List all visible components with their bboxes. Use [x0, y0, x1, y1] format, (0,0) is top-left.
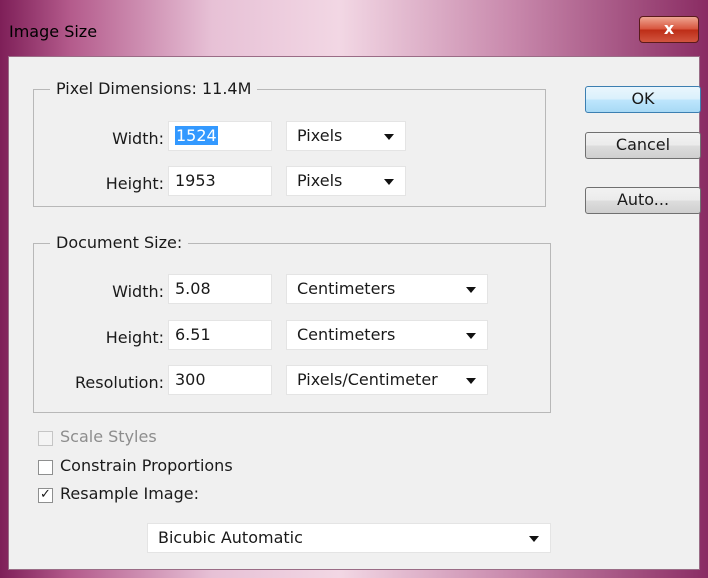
pixel-height-value: 1953 [175, 171, 216, 190]
title-bar[interactable]: Image Size x [0, 0, 708, 56]
resample-method-select[interactable]: Bicubic Automatic [147, 523, 551, 553]
pixel-width-label: Width: [112, 129, 164, 148]
chevron-down-icon [466, 378, 476, 384]
chevron-down-icon [384, 179, 394, 185]
doc-width-field[interactable]: 5.08 [168, 274, 272, 304]
doc-height-label: Height: [105, 328, 164, 347]
constrain-proportions-checkbox[interactable] [38, 460, 53, 475]
ok-button-label: OK [631, 89, 655, 108]
pixel-height-field[interactable]: 1953 [168, 166, 272, 196]
chevron-down-icon [529, 536, 539, 542]
checkmark-icon: ✓ [40, 487, 51, 502]
auto-button-label: Auto... [616, 190, 670, 209]
chevron-down-icon [466, 333, 476, 339]
pixel-width-value: 1524 [175, 126, 218, 145]
resample-image-checkbox[interactable]: ✓ [38, 488, 53, 503]
dialog-window: Image Size x Pixel Dimensions: 11.4M Wid… [0, 0, 708, 578]
resolution-label: Resolution: [75, 373, 164, 392]
resolution-unit-select[interactable]: Pixels/Centimeter [286, 365, 488, 395]
doc-width-unit-select[interactable]: Centimeters [286, 274, 488, 304]
close-button[interactable]: x [639, 16, 699, 43]
scale-styles-label: Scale Styles [60, 427, 157, 446]
pixel-width-unit-value: Pixels [297, 126, 343, 145]
resample-image-label[interactable]: Resample Image: [60, 484, 199, 503]
document-size-legend: Document Size: [50, 233, 189, 253]
doc-height-value: 6.51 [175, 325, 211, 344]
pixel-width-unit-select[interactable]: Pixels [286, 121, 406, 151]
pixel-height-label: Height: [105, 174, 164, 193]
pixel-width-field[interactable]: 1524 [168, 121, 272, 151]
cancel-button-label: Cancel [615, 135, 671, 154]
chevron-down-icon [466, 287, 476, 293]
pixel-dimensions-legend: Pixel Dimensions: 11.4M [50, 79, 258, 99]
resolution-value: 300 [175, 370, 206, 389]
doc-height-field[interactable]: 6.51 [168, 320, 272, 350]
auto-button[interactable]: Auto... [585, 187, 701, 214]
pixel-height-unit-select[interactable]: Pixels [286, 166, 406, 196]
doc-width-unit-value: Centimeters [297, 279, 396, 298]
close-icon: x [663, 19, 675, 38]
resolution-field[interactable]: 300 [168, 365, 272, 395]
chevron-down-icon [384, 134, 394, 140]
resample-method-value: Bicubic Automatic [158, 528, 303, 547]
cancel-button[interactable]: Cancel [585, 132, 701, 159]
window-title: Image Size [9, 22, 98, 41]
doc-height-unit-value: Centimeters [297, 325, 396, 344]
doc-width-value: 5.08 [175, 279, 211, 298]
resolution-unit-value: Pixels/Centimeter [297, 370, 438, 389]
pixel-height-unit-value: Pixels [297, 171, 343, 190]
scale-styles-checkbox [38, 431, 53, 446]
ok-button[interactable]: OK [585, 86, 701, 113]
doc-width-label: Width: [112, 282, 164, 301]
doc-height-unit-select[interactable]: Centimeters [286, 320, 488, 350]
constrain-proportions-label[interactable]: Constrain Proportions [60, 456, 233, 475]
dialog-body: Pixel Dimensions: 11.4M Width: 1524 Pixe… [8, 56, 701, 570]
